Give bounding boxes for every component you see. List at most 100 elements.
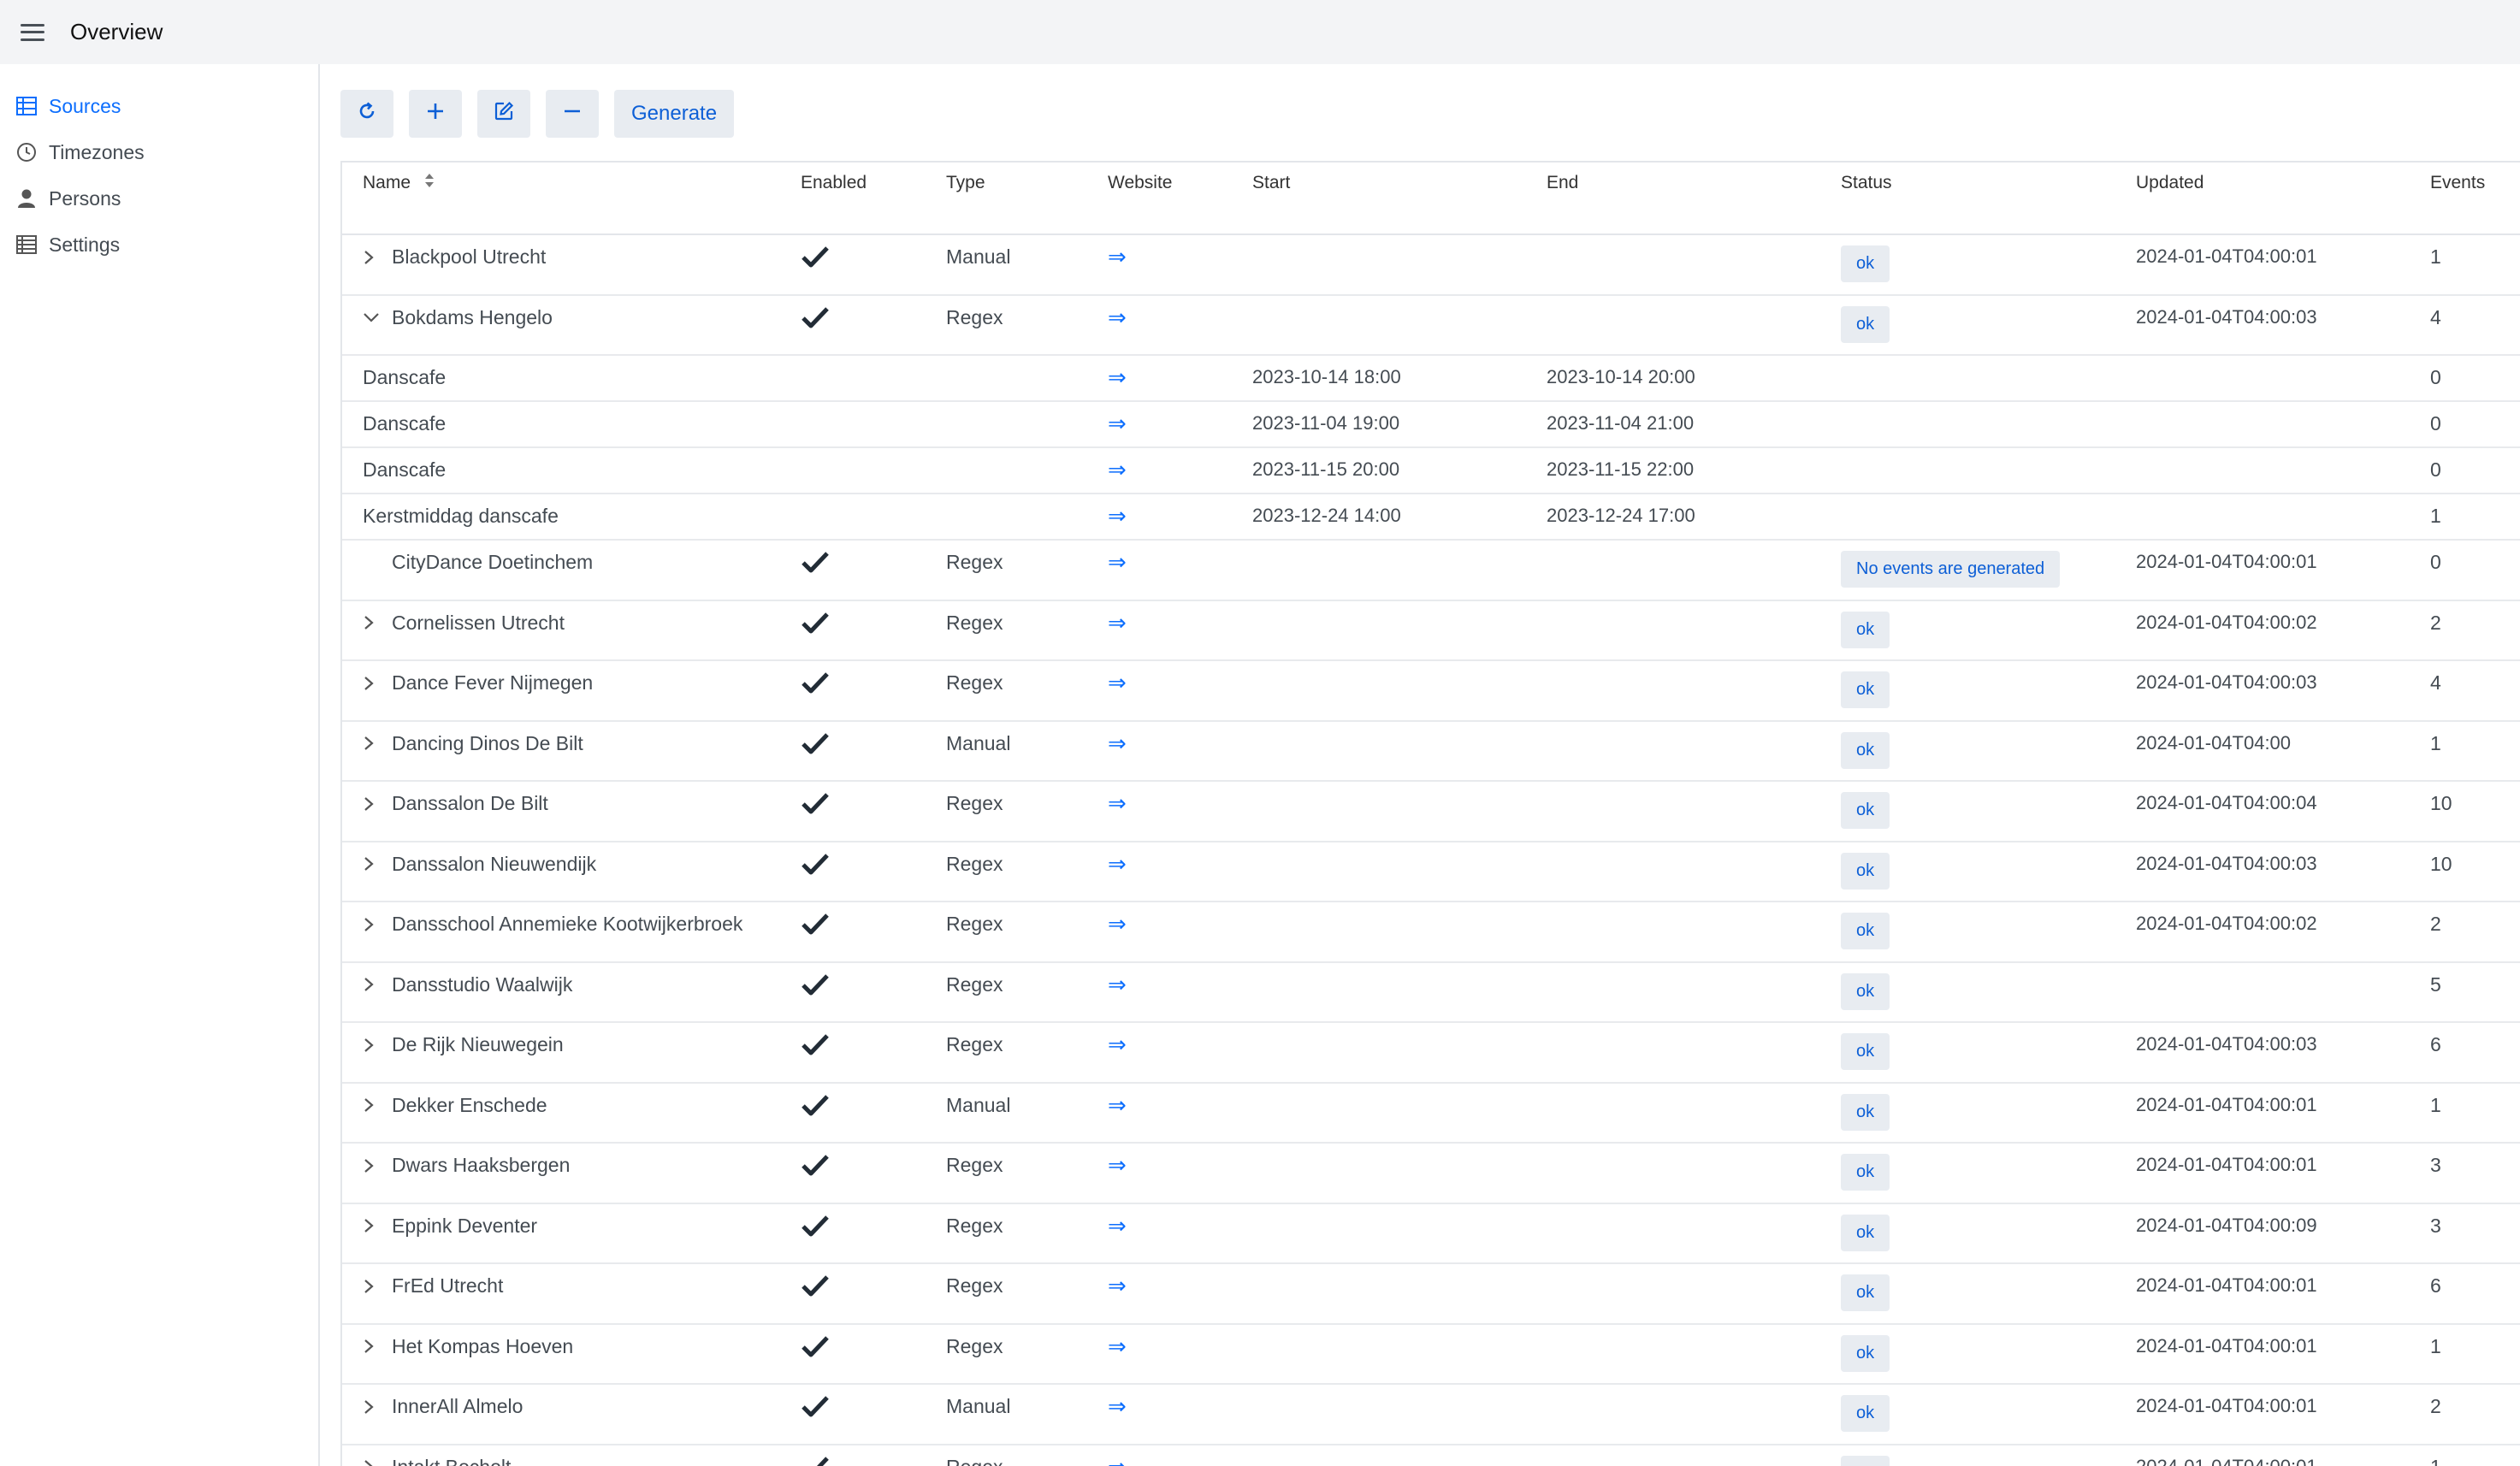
sidebar-item-timezones[interactable]: Timezones (0, 129, 318, 175)
website-link-icon[interactable]: ⇒ (1108, 1213, 1127, 1238)
chevron-right-icon[interactable] (363, 1337, 392, 1356)
generate-button[interactable]: Generate (614, 90, 735, 138)
status-badge[interactable]: ok (1841, 611, 1890, 648)
website-link-icon[interactable]: ⇒ (1108, 411, 1127, 436)
event-row[interactable]: Danscafe ⇒ 2023-11-04 19:00 2023-11-04 21:0… (342, 401, 2520, 448)
event-row[interactable]: Kerstmiddag danscafe ⇒ 2023-12-24 14:00 202… (342, 494, 2520, 541)
website-link-icon[interactable]: ⇒ (1108, 911, 1127, 937)
website-link-icon[interactable]: ⇒ (1108, 610, 1127, 635)
chevron-right-icon[interactable] (363, 1156, 392, 1175)
chevron-right-icon[interactable] (363, 674, 392, 693)
website-link-icon[interactable]: ⇒ (1108, 244, 1127, 269)
table-row[interactable]: Dansschool Annemieke Kootwijkerbroek Rege… (342, 901, 2520, 963)
website-link-icon[interactable]: ⇒ (1108, 670, 1127, 695)
refresh-button[interactable] (340, 90, 393, 138)
table-row[interactable]: Danssalon De Bilt Regex ⇒ ok 2024-01-04T04:0… (342, 781, 2520, 842)
enabled-cell (801, 1444, 946, 1466)
chevron-down-icon[interactable] (363, 308, 392, 327)
chevron-right-icon[interactable] (363, 1457, 392, 1466)
website-link-icon[interactable]: ⇒ (1108, 972, 1127, 997)
table-row[interactable]: Dekker Enschede Manual ⇒ ok 2024-01-04T04:00… (342, 1082, 2520, 1144)
website-link-icon[interactable]: ⇒ (1108, 1152, 1127, 1178)
column-header-name[interactable]: Name (342, 163, 801, 235)
table-row[interactable]: Intakt Bocholt Regex⇒ ok 2024-01-04T04:00:0… (342, 1444, 2520, 1466)
status-badge[interactable]: ok (1841, 1274, 1890, 1311)
table-row[interactable]: InnerAll Almelo Manual ⇒ ok 2024-01-04T04:00… (342, 1384, 2520, 1445)
status-badge[interactable]: ok (1841, 1033, 1890, 1070)
status-badge[interactable]: ok (1841, 305, 1890, 343)
status-badge[interactable]: ok (1841, 731, 1890, 769)
edit-button[interactable] (477, 90, 530, 138)
website-link-icon[interactable]: ⇒ (1108, 503, 1127, 529)
status-badge[interactable]: ok (1841, 1214, 1890, 1251)
status-badge[interactable]: ok (1841, 852, 1890, 890)
status-badge[interactable]: ok (1841, 1154, 1890, 1191)
table-row[interactable]: Eppink Deventer Regex ⇒ ok 2024-01-04T04:00:… (342, 1203, 2520, 1264)
website-link-icon[interactable]: ⇒ (1108, 1454, 1127, 1466)
chevron-right-icon[interactable] (363, 795, 392, 813)
status-badge[interactable]: ok (1841, 792, 1890, 829)
table-row[interactable]: CityDance Doetinchem Regex ⇒ No events are … (342, 540, 2520, 601)
sidebar-item-sources[interactable]: Sources (0, 83, 318, 129)
website-link-icon[interactable]: ⇒ (1108, 1393, 1127, 1419)
event-row[interactable]: Danscafe ⇒ 2023-11-15 20:00 2023-11-15 22:0… (342, 447, 2520, 494)
chevron-right-icon[interactable] (363, 1216, 392, 1235)
updated-cell: 2024-01-04T04:00:01 (2136, 1444, 2430, 1466)
chevron-right-icon[interactable] (363, 734, 392, 753)
status-badge[interactable]: ok (1841, 1093, 1890, 1131)
chevron-right-icon[interactable] (363, 613, 392, 632)
website-link-icon[interactable]: ⇒ (1108, 364, 1127, 390)
table-row[interactable]: Danssalon Nieuwendijk Regex ⇒ ok 2024-01-04T… (342, 841, 2520, 902)
table-row[interactable]: Dansstudio Waalwijk Regex ⇒ ok 5 (342, 961, 2520, 1023)
website-link-icon[interactable]: ⇒ (1108, 790, 1127, 816)
clock-icon (16, 142, 37, 163)
sidebar-item-settings[interactable]: Settings (0, 222, 318, 268)
events-cell: 2 (2430, 1384, 2520, 1445)
table-row[interactable]: Dwars Haaksbergen Regex ⇒ ok 2024-01-04T04:0… (342, 1143, 2520, 1204)
chevron-right-icon[interactable] (363, 1398, 392, 1416)
table-row[interactable]: Cornelissen Utrecht Regex ⇒ ok 2024-01-04T04… (342, 600, 2520, 661)
status-badge[interactable]: ok (1841, 1455, 1890, 1466)
chevron-right-icon[interactable] (363, 1096, 392, 1114)
source-name-cell: FrEd Utrecht (342, 1263, 801, 1325)
status-badge[interactable]: No events are generated (1841, 551, 2061, 588)
website-link-icon[interactable]: ⇒ (1108, 304, 1127, 330)
table-row[interactable]: FrEd Utrecht Regex ⇒ ok 2024-01-04T04:00:01 6 (342, 1263, 2520, 1325)
chevron-right-icon[interactable] (363, 248, 392, 267)
table-row[interactable]: Dancing Dinos De Bilt Manual ⇒ ok 2024-01-04… (342, 720, 2520, 782)
status-badge[interactable]: ok (1841, 1395, 1890, 1432)
enabled-cell (801, 1082, 946, 1144)
website-link-icon[interactable]: ⇒ (1108, 851, 1127, 877)
type-cell (946, 447, 1108, 494)
status-badge[interactable]: ok (1841, 245, 1890, 282)
chevron-right-icon[interactable] (363, 854, 392, 873)
events-cell: 10 (2430, 781, 2520, 842)
website-link-icon[interactable]: ⇒ (1108, 1032, 1127, 1057)
table-row[interactable]: De Rijk Nieuwegein Regex ⇒ ok 2024-01-04T04:… (342, 1022, 2520, 1084)
table-row[interactable]: Het Kompas Hoeven Regex ⇒ ok 2024-01-04T04:0… (342, 1323, 2520, 1385)
website-link-icon[interactable]: ⇒ (1108, 1273, 1127, 1298)
status-badge[interactable]: ok (1841, 913, 1890, 949)
sidebar-item-persons[interactable]: Persons (0, 175, 318, 222)
table-row[interactable]: Bokdams Hengelo Regex ⇒ ok 2024-01-04T04:00:… (342, 294, 2520, 356)
table-row[interactable]: Blackpool Utrecht Manual ⇒ ok 2024-01-04T04:… (342, 234, 2520, 296)
website-link-icon[interactable]: ⇒ (1108, 1092, 1127, 1118)
website-link-icon[interactable]: ⇒ (1108, 549, 1127, 575)
website-link-icon[interactable]: ⇒ (1108, 730, 1127, 756)
chevron-right-icon[interactable] (363, 915, 392, 934)
chevron-right-icon[interactable] (363, 1036, 392, 1055)
chevron-right-icon[interactable] (363, 975, 392, 994)
sort-icon[interactable] (424, 173, 435, 193)
remove-button[interactable] (546, 90, 599, 138)
status-badge[interactable]: ok (1841, 1334, 1890, 1372)
hamburger-menu-icon[interactable] (16, 20, 49, 45)
status-badge[interactable]: ok (1841, 671, 1890, 708)
table-row[interactable]: Dance Fever Nijmegen Regex ⇒ ok 2024-01-04T0… (342, 660, 2520, 722)
chevron-right-icon[interactable] (363, 1277, 392, 1296)
website-link-icon[interactable]: ⇒ (1108, 1333, 1127, 1359)
add-button[interactable] (409, 90, 462, 138)
source-name-cell: De Rijk Nieuwegein (342, 1022, 801, 1084)
website-link-icon[interactable]: ⇒ (1108, 457, 1127, 482)
status-badge[interactable]: ok (1841, 972, 1890, 1010)
event-row[interactable]: Danscafe ⇒ 2023-10-14 18:00 2023-10-14 20:0… (342, 355, 2520, 402)
